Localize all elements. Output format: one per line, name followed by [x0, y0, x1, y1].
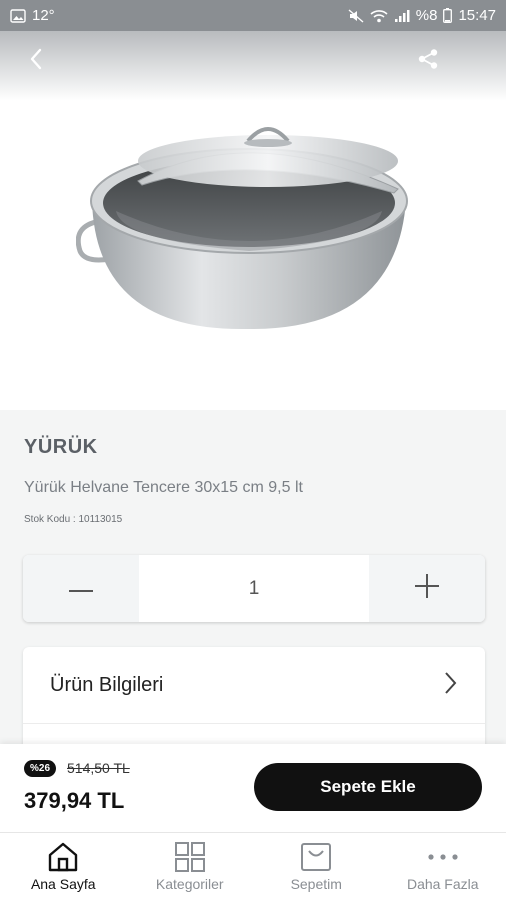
temperature: 12° — [32, 7, 55, 24]
share-icon — [417, 48, 439, 75]
quantity-stepper: 1 — [23, 555, 485, 622]
tab-home-label: Ana Sayfa — [30, 876, 96, 892]
clock: 15:47 — [458, 7, 496, 24]
product-image-area — [0, 31, 506, 410]
tab-more-label: Daha Fazla — [406, 876, 479, 892]
quantity-value[interactable]: 1 — [139, 555, 369, 622]
tab-home[interactable]: Ana Sayfa — [0, 833, 127, 900]
back-button[interactable] — [18, 43, 54, 79]
minus-icon — [69, 580, 93, 598]
product-info-row[interactable]: Ürün Bilgileri — [23, 647, 485, 724]
tab-cart[interactable]: Sepetim — [253, 833, 380, 900]
image-notification-icon — [10, 8, 26, 23]
product-name: Yürük Helvane Tencere 30x15 cm 9,5 lt — [24, 479, 303, 496]
battery-level: %8 — [415, 7, 438, 24]
share-button[interactable] — [410, 43, 446, 79]
product-photo[interactable] — [75, 101, 426, 366]
tab-more[interactable]: Daha Fazla — [380, 833, 506, 900]
discount-badge: %26 — [24, 760, 57, 777]
old-price: 514,50 TL — [67, 760, 130, 776]
more-icon — [427, 841, 459, 873]
current-price: 379,94 TL — [24, 788, 125, 813]
tab-cart-label: Sepetim — [290, 876, 342, 892]
decrement-button[interactable] — [23, 555, 139, 622]
tab-categories-label: Kategoriler — [155, 876, 224, 892]
plus-icon — [415, 574, 439, 603]
chevron-right-icon — [443, 671, 457, 700]
battery-icon — [443, 8, 453, 23]
add-to-cart-button[interactable]: Sepete Ekle — [254, 763, 482, 811]
increment-button[interactable] — [369, 555, 485, 622]
tab-categories[interactable]: Kategoriler — [127, 833, 254, 900]
product-info-label: Ürün Bilgileri — [50, 673, 164, 696]
home-icon — [47, 841, 79, 873]
grid-icon — [174, 841, 206, 873]
purchase-bar: %26 514,50 TL 379,94 TL Sepete Ekle — [0, 744, 506, 832]
chevron-left-icon — [29, 48, 43, 75]
bottom-tab-bar: Ana Sayfa Kategoriler Sepetim Daha Fazla — [0, 832, 506, 900]
mute-icon — [348, 8, 364, 23]
product-info-card: Ürün Bilgileri — [23, 647, 485, 757]
wifi-icon — [370, 9, 388, 23]
status-bar: 12° %8 15:47 — [0, 0, 506, 31]
signal-icon — [394, 9, 410, 23]
brand-title: YÜRÜK — [24, 436, 98, 458]
bag-icon — [300, 841, 332, 873]
stock-code: Stok Kodu : 10113015 — [24, 514, 123, 525]
